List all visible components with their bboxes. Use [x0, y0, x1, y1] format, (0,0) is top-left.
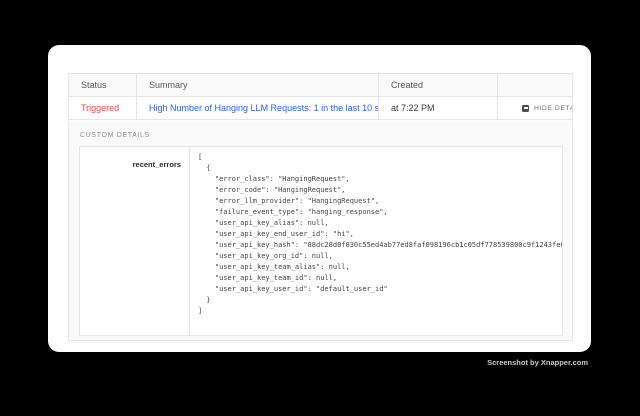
column-header-label: Status: [81, 80, 107, 90]
alert-row: Triggered High Number of Hanging LLM Req…: [69, 96, 572, 119]
minus-square-icon: [522, 105, 529, 112]
column-header-actions: [498, 74, 572, 96]
recent-errors-json: [ { "error_class": "HangingRequest", "er…: [198, 152, 556, 317]
hide-details-button[interactable]: HIDE DETAILS: [510, 105, 572, 112]
custom-details-section: CUSTOM DETAILS recent_errors [ { "error_…: [68, 121, 573, 341]
column-header-summary: Summary: [137, 74, 379, 96]
details-key-column: recent_errors: [80, 147, 190, 335]
column-header-created: Created: [379, 74, 498, 96]
table-header-row: Status Summary Created: [69, 74, 572, 96]
status-cell: Triggered: [69, 97, 137, 119]
screenshot-watermark: Screenshot by Xnapper.com: [487, 358, 588, 367]
custom-details-heading: CUSTOM DETAILS: [80, 132, 563, 139]
column-header-status: Status: [69, 74, 137, 96]
created-timestamp: at 7:22 PM: [391, 103, 435, 113]
actions-cell: HIDE DETAILS: [498, 97, 572, 119]
hide-details-label: HIDE DETAILS: [534, 105, 572, 112]
alert-details-card: Status Summary Created Triggered High Nu…: [48, 45, 591, 352]
summary-cell: High Number of Hanging LLM Requests: 1 i…: [137, 97, 379, 119]
alert-summary-link[interactable]: High Number of Hanging LLM Requests: 1 i…: [149, 103, 379, 113]
details-value-column: [ { "error_class": "HangingRequest", "er…: [190, 147, 562, 335]
created-cell: at 7:22 PM: [379, 97, 498, 119]
status-badge: Triggered: [81, 103, 119, 113]
alerts-table: Status Summary Created Triggered High Nu…: [68, 73, 573, 120]
custom-details-box: recent_errors [ { "error_class": "Hangin…: [79, 146, 563, 336]
column-header-label: Summary: [149, 80, 188, 90]
column-header-label: Created: [391, 80, 423, 90]
details-key-label: recent_errors: [133, 160, 181, 169]
